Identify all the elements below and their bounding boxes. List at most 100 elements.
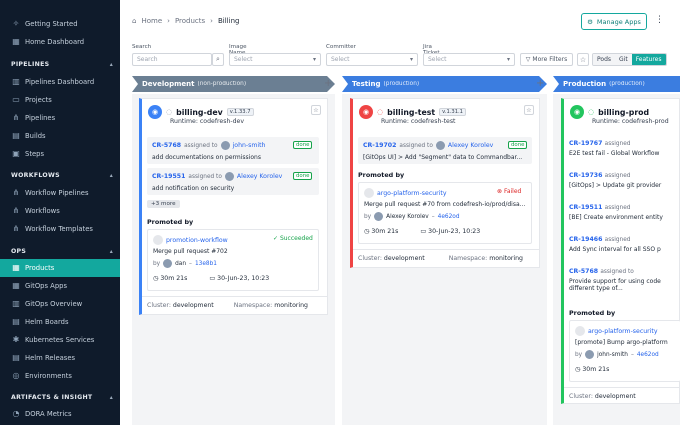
breadcrumb-products[interactable]: Products	[175, 17, 205, 25]
workflow-icon	[575, 326, 585, 336]
pipeline-icon: ⋔	[12, 113, 20, 122]
more-issues-button[interactable]: +3 more	[147, 200, 180, 208]
add-app-icon[interactable]: +	[536, 78, 544, 89]
card-footer: Cluster: development Namespace: monitorin…	[142, 296, 328, 309]
sidebar-item-pipelines-dashboard[interactable]: ▥ Pipelines Dashboard	[0, 73, 120, 91]
manage-apps-button[interactable]: ⚙ Manage Apps	[581, 13, 647, 30]
view-git-button[interactable]: Git	[615, 54, 632, 65]
sync-icon: ◌	[166, 108, 173, 116]
section-artifacts-insight[interactable]: ARTIFACTS & INSIGHT ▴	[11, 394, 113, 401]
more-filters-button[interactable]: ▽ More Filters	[520, 53, 573, 66]
app-card-billing-test[interactable]: ◉ ◌ billing-test v.1.31.1 Runtime: codef…	[350, 98, 540, 268]
breadcrumb-current: Billing	[217, 17, 240, 25]
promotion-card[interactable]: argo-platform-security ⊗ Failed Merge pu…	[358, 182, 532, 244]
issue-item[interactable]: CR-19466 assigned Add Sync interval for a…	[569, 235, 679, 253]
sidebar-item-projects[interactable]: ▭ Projects	[0, 91, 120, 109]
view-pods-button[interactable]: Pods	[593, 54, 616, 65]
promotion-name[interactable]: argo-platform-security	[377, 190, 447, 197]
home-icon[interactable]: ⌂	[132, 17, 136, 25]
chevron-up-icon: ▴	[109, 61, 113, 68]
sync-icon: ◌	[588, 108, 595, 116]
sidebar-item-steps[interactable]: ▣ Steps	[0, 145, 120, 163]
sidebar-item-gitops-overview[interactable]: ▥ GitOps Overview	[0, 295, 120, 313]
filter-icon: ▽	[525, 56, 531, 63]
issue-key[interactable]: CR-5768	[569, 268, 598, 275]
commit-hash[interactable]: 13e8b1	[195, 261, 217, 267]
section-pipelines[interactable]: PIPELINES ▴	[11, 61, 113, 68]
section-ops[interactable]: OPS ▴	[11, 248, 113, 255]
favorite-star-icon[interactable]: ☆	[311, 105, 321, 115]
issue-item[interactable]: CR-19551 assigned to Alexey Korolev done a…	[147, 168, 319, 195]
issue-item[interactable]: CR-5768 assigned to john-smith done add do…	[147, 137, 319, 164]
issue-item[interactable]: CR-19702 assigned to Alexey Korolev done […	[358, 137, 532, 164]
favorite-star-icon[interactable]: ☆	[577, 53, 589, 66]
status-failed: ⊗ Failed	[497, 188, 522, 195]
assignee[interactable]: Alexey Korolev	[237, 173, 282, 180]
chevron-down-icon: ▾	[506, 56, 510, 63]
sidebar-item-gitops-apps[interactable]: ▦ GitOps Apps	[0, 277, 120, 295]
sidebar-item-label: Home Dashboard	[25, 38, 85, 46]
sync-icon: ◌	[377, 108, 384, 116]
add-app-icon[interactable]: +	[324, 78, 332, 89]
issue-item[interactable]: CR-19736 assigned [GitOps] > Update git p…	[569, 171, 679, 189]
issue-item[interactable]: CR-19511 assigned [BE] Create environment…	[569, 203, 679, 221]
issue-key[interactable]: CR-19702	[363, 142, 396, 149]
sidebar-item-environments[interactable]: ◎ Environments	[0, 367, 120, 385]
view-features-button[interactable]: Features	[631, 54, 666, 65]
avatar	[163, 259, 173, 268]
sidebar-item-products[interactable]: ▦ Products	[0, 259, 120, 277]
promoted-by-label: Promoted by	[147, 218, 194, 226]
stage-testing: Testing (production)	[342, 76, 547, 92]
environment-board: Development (non-production) + Testing (pr…	[132, 76, 680, 425]
app-card-billing-prod[interactable]: ◉ ◌ billing-prod Runtime: codefresh-prod…	[561, 98, 680, 404]
status-badge: done	[508, 141, 528, 149]
search-input[interactable]: Search	[132, 53, 212, 66]
sidebar-item-kubernetes-services[interactable]: ✱ Kubernetes Services	[0, 331, 120, 349]
sidebar-item-workflows[interactable]: ⋔ Workflows	[0, 202, 120, 220]
issue-key[interactable]: CR-19511	[569, 204, 602, 211]
issue-key[interactable]: CR-19736	[569, 172, 602, 179]
sidebar-item-builds[interactable]: ▤ Builds	[0, 127, 120, 145]
chevron-up-icon: ▴	[109, 394, 113, 401]
search-icon[interactable]: ⌕	[212, 53, 224, 66]
sidebar-item-helm-boards[interactable]: ▤ Helm Boards	[0, 313, 120, 331]
jira-ticket-select[interactable]: Select ▾	[423, 53, 515, 66]
assignee[interactable]: Alexey Korolev	[448, 142, 493, 149]
avatar	[220, 141, 230, 150]
promotion-name[interactable]: argo-platform-security	[588, 328, 658, 335]
issue-title: [BE] Create environment entity	[569, 214, 663, 221]
app-card-billing-dev[interactable]: ◉ ◌ billing-dev v.1.33.7 Runtime: codefr…	[139, 98, 328, 315]
issue-key[interactable]: CR-19466	[569, 236, 602, 243]
helm-icon: ▤	[12, 353, 20, 362]
commit-message: Merge pull request #70 from codefresh-io…	[364, 201, 526, 208]
sidebar-item-home-dashboard[interactable]: ▦ Home Dashboard	[0, 33, 120, 51]
more-options-icon[interactable]: ⋮	[655, 15, 664, 25]
assignee[interactable]: john-smith	[233, 142, 266, 149]
promotion-card[interactable]: argo-platform-security [promote] Bump ar…	[569, 320, 680, 382]
issue-key[interactable]: CR-19767	[569, 140, 602, 147]
sidebar-item-getting-started[interactable]: ✧ Getting Started	[0, 15, 120, 33]
promotion-card[interactable]: promotion-workflow ✓ Succeeded Merge pul…	[147, 229, 319, 291]
app-name[interactable]: billing-test	[387, 108, 435, 117]
app-name[interactable]: billing-prod	[598, 108, 649, 117]
issue-key[interactable]: CR-19551	[152, 173, 185, 180]
issue-item[interactable]: CR-19767 assigned E2E test fail - Global …	[569, 139, 679, 157]
image-name-select[interactable]: Select ▾	[229, 53, 321, 66]
issue-key[interactable]: CR-5768	[152, 142, 181, 149]
sidebar-item-pipelines[interactable]: ⋔ Pipelines	[0, 109, 120, 127]
favorite-star-icon[interactable]: ☆	[524, 105, 534, 115]
app-name[interactable]: billing-dev	[176, 108, 223, 117]
commit-message: [promote] Bump argo-platform	[575, 339, 668, 346]
section-workflows[interactable]: WORKFLOWS ▴	[11, 172, 113, 179]
sidebar-item-workflow-templates[interactable]: ⋔ Workflow Templates	[0, 220, 120, 238]
sidebar-item-dora-metrics[interactable]: ◔ DORA Metrics	[0, 405, 120, 423]
commit-hash[interactable]: 4e62od	[438, 214, 460, 220]
commit-hash[interactable]: 4e62od	[637, 352, 659, 358]
sidebar-item-helm-releases[interactable]: ▤ Helm Releases	[0, 349, 120, 367]
sidebar-item-workflow-pipelines[interactable]: ⋔ Workflow Pipelines	[0, 184, 120, 202]
stage-production: Production (production)	[553, 76, 680, 92]
promotion-name[interactable]: promotion-workflow	[166, 237, 228, 244]
issue-item[interactable]: CR-5768 assigned to Provide support for u…	[569, 267, 679, 301]
committer-select[interactable]: Select ▾	[326, 53, 418, 66]
breadcrumb-home[interactable]: Home	[141, 17, 162, 25]
